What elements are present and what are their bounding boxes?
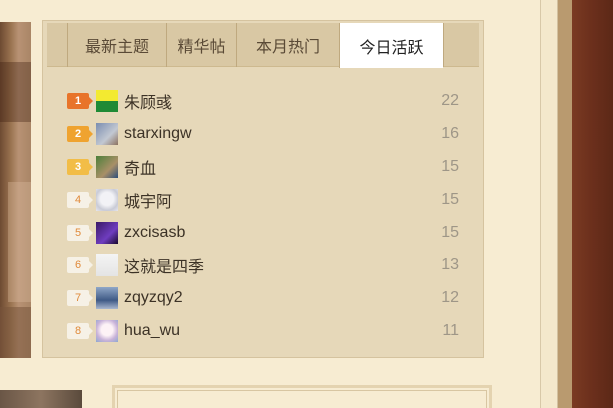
right-frame-brown xyxy=(572,0,613,408)
post-count: 12 xyxy=(441,289,459,307)
list-item[interactable]: 7 zqyzqy2 12 xyxy=(67,282,459,315)
rank-badge: 7 xyxy=(67,290,93,307)
avatar[interactable] xyxy=(96,319,118,342)
tab-bar: 最新主题 精华帖 本月热门 今日活跃 xyxy=(47,23,479,68)
next-panel-inner xyxy=(117,390,487,408)
rank-badge: 5 xyxy=(67,224,93,241)
list-item[interactable]: 6 这就是四季 13 xyxy=(67,249,459,282)
tab-spacer xyxy=(47,23,67,67)
avatar[interactable] xyxy=(96,90,118,113)
username-link[interactable]: starxingw xyxy=(124,125,435,143)
rank-badge: 2 xyxy=(67,126,93,143)
right-frame-light xyxy=(540,0,558,408)
active-users-list: 1 朱顾彧 22 2 starxingw 16 3 奇血 15 4 城宇阿 15… xyxy=(67,85,459,347)
avatar[interactable] xyxy=(96,254,118,277)
tab-latest-topics[interactable]: 最新主题 xyxy=(67,23,166,67)
left-banner-image xyxy=(0,22,31,358)
post-count: 15 xyxy=(441,190,459,208)
post-count: 11 xyxy=(442,321,459,339)
username-link[interactable]: zxcisasb xyxy=(124,224,435,242)
username-link[interactable]: hua_wu xyxy=(124,322,435,340)
tab-spacer-end xyxy=(443,23,479,67)
avatar[interactable] xyxy=(96,155,118,178)
post-count: 15 xyxy=(441,223,459,241)
list-item[interactable]: 3 奇血 15 xyxy=(67,151,459,184)
avatar[interactable] xyxy=(96,188,118,211)
post-count: 16 xyxy=(441,125,459,143)
list-item[interactable]: 8 hua_wu 11 xyxy=(67,315,459,348)
avatar[interactable] xyxy=(96,123,118,146)
username-link[interactable]: 城宇阿 xyxy=(124,188,435,212)
list-item[interactable]: 5 zxcisasb 15 xyxy=(67,216,459,249)
list-item[interactable]: 2 starxingw 16 xyxy=(67,118,459,151)
post-count: 15 xyxy=(441,157,459,175)
right-frame-tan xyxy=(558,0,572,408)
avatar[interactable] xyxy=(96,221,118,244)
username-link[interactable]: zqyzqy2 xyxy=(124,289,435,307)
rank-badge: 1 xyxy=(67,93,93,110)
rank-badge: 4 xyxy=(67,191,93,208)
tab-featured-posts[interactable]: 精华帖 xyxy=(166,23,236,67)
active-users-panel: 最新主题 精华帖 本月热门 今日活跃 1 朱顾彧 22 2 starxingw … xyxy=(42,20,484,358)
list-item[interactable]: 4 城宇阿 15 xyxy=(67,183,459,216)
bottom-thumbnail-image xyxy=(0,390,82,408)
post-count: 22 xyxy=(441,92,459,110)
username-link[interactable]: 奇血 xyxy=(124,155,435,179)
rank-badge: 6 xyxy=(67,257,93,274)
post-count: 13 xyxy=(441,256,459,274)
avatar[interactable] xyxy=(96,287,118,310)
list-item[interactable]: 1 朱顾彧 22 xyxy=(67,85,459,118)
rank-badge: 8 xyxy=(67,322,93,339)
username-link[interactable]: 这就是四季 xyxy=(124,253,435,277)
tab-today-active[interactable]: 今日活跃 xyxy=(339,23,443,68)
username-link[interactable]: 朱顾彧 xyxy=(124,89,435,113)
rank-badge: 3 xyxy=(67,158,93,175)
tab-monthly-hot[interactable]: 本月热门 xyxy=(236,23,339,67)
